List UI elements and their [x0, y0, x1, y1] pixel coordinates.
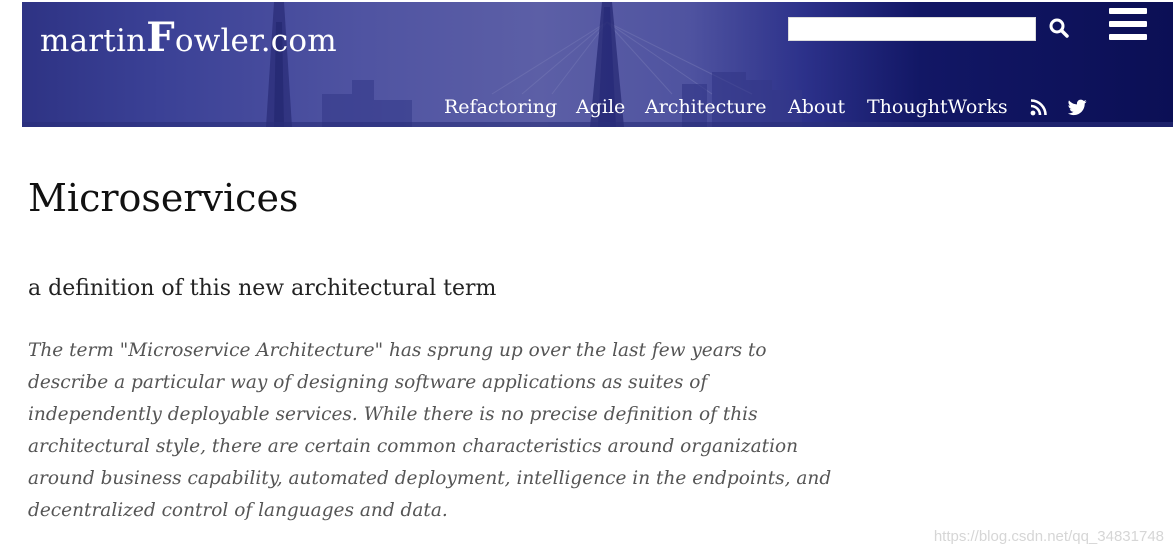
hamburger-menu-icon [1109, 34, 1147, 40]
hamburger-menu-button[interactable] [1107, 6, 1149, 42]
article-abstract: The term "Microservice Architecture" has… [28, 340, 832, 521]
nav-link-refactoring[interactable]: Refactoring [444, 94, 557, 120]
search-button[interactable] [1046, 15, 1072, 41]
search-icon [1049, 18, 1069, 38]
nav-link-about[interactable]: About [788, 94, 845, 120]
logo-text-owler: owler.com [174, 23, 337, 59]
search-input[interactable] [788, 17, 1036, 41]
page-subtitle: a definition of this new architectural t… [28, 276, 497, 301]
watermark-text: https://blog.csdn.net/qq_34831748 [933, 528, 1164, 545]
nav-link-thoughtworks[interactable]: ThoughtWorks [867, 94, 1008, 120]
logo-text-f: F [146, 14, 175, 61]
page-title: Microservices [28, 176, 299, 220]
site-logo[interactable]: martinFowler.com [40, 18, 337, 61]
site-header: martinFowler.com Refactoring Agile Archi… [22, 2, 1173, 127]
hamburger-menu-icon [1109, 8, 1147, 14]
logo-text-martin: martin [40, 23, 147, 59]
twitter-icon[interactable] [1068, 99, 1087, 116]
hamburger-menu-icon [1109, 21, 1147, 27]
nav-link-agile[interactable]: Agile [576, 94, 625, 120]
nav-link-architecture[interactable]: Architecture [645, 94, 766, 120]
rss-icon[interactable] [1030, 99, 1047, 116]
